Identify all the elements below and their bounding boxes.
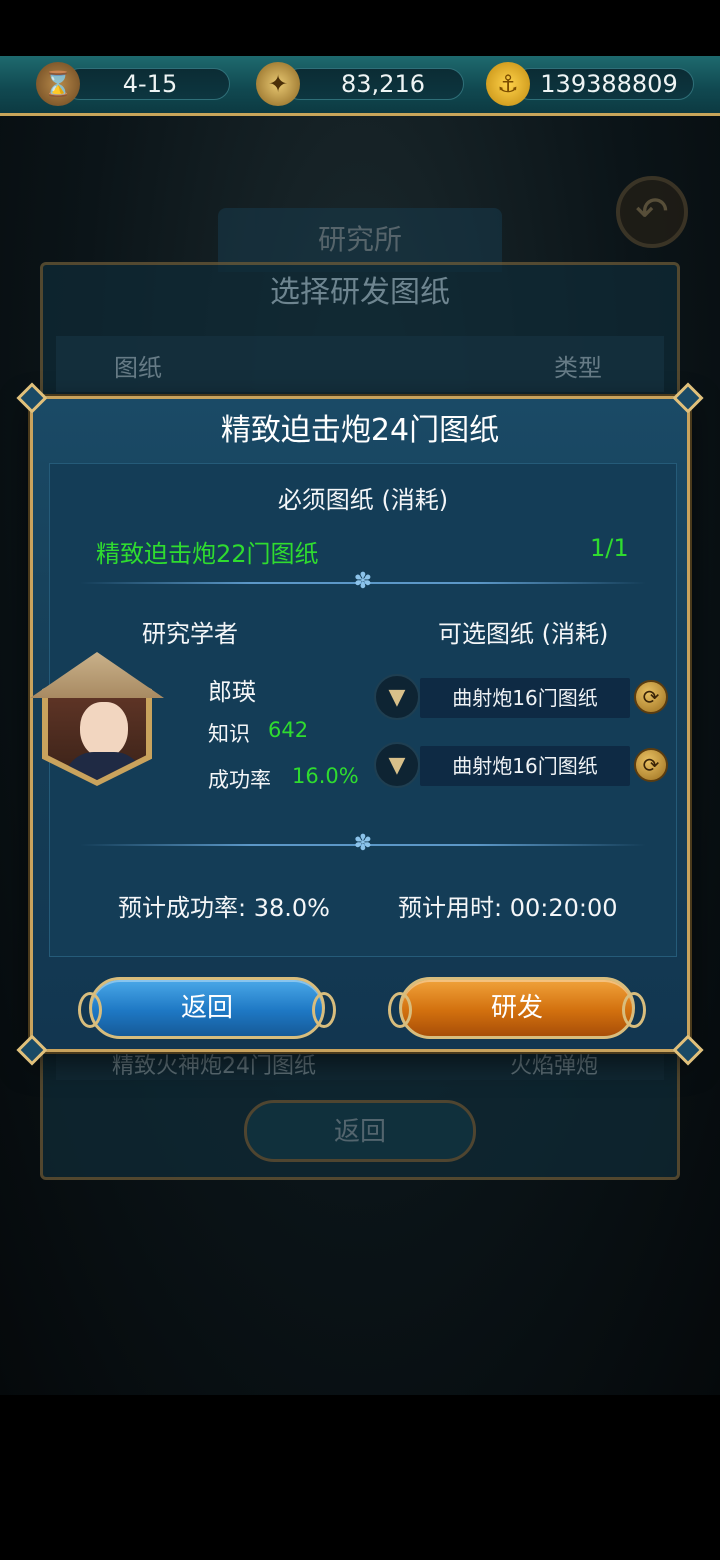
hourglass-icon: ⌛ <box>36 62 80 106</box>
button-wing <box>388 992 412 1028</box>
optional-slot-2[interactable]: ▼ 曲射炮16门图纸 ⟳ <box>374 742 668 788</box>
success-rate-value: 16.0% <box>292 764 359 788</box>
back-button-label: 返回 <box>180 993 233 1023</box>
knowledge-label: 知识 <box>208 722 250 746</box>
anchor-coin-icon: ⚓ <box>486 62 530 106</box>
gold-value: 139388809 <box>540 70 678 98</box>
required-item: 精致迫击炮22门图纸 <box>96 540 319 568</box>
status-bar <box>0 0 720 56</box>
resource-bar: ⌛ 4-15 ✦ 83,216 ⚓ 139388809 <box>0 56 720 116</box>
swap-icon[interactable]: ⟳ <box>634 748 668 782</box>
panel-return-button[interactable]: 返回 <box>244 1100 476 1162</box>
button-wing <box>78 992 102 1028</box>
divider-ornament-icon: ✽ <box>353 831 373 856</box>
scholar-name: 郎瑛 <box>208 678 256 706</box>
optional-slot-1[interactable]: ▼ 曲射炮16门图纸 ⟳ <box>374 674 668 720</box>
required-count: 1/1 <box>590 534 629 562</box>
back-arrow-icon[interactable]: ↶ <box>616 176 688 248</box>
dialog-body: 必须图纸 (消耗) 精致迫击炮22门图纸 1/1 ✽ 研究学者 可选图纸 (消耗… <box>30 463 677 957</box>
blueprint-scroll-icon: ▼ <box>374 674 420 720</box>
optional-label: 可选图纸 (消耗) <box>438 620 609 648</box>
button-wing <box>622 992 646 1028</box>
panel-title: 选择研发图纸 <box>270 275 450 310</box>
portrait-face <box>80 702 128 758</box>
research-button[interactable]: 研发 <box>388 977 646 1039</box>
blueprint-scroll-icon: ▼ <box>374 742 420 788</box>
column-type: 类型 <box>554 354 602 382</box>
date-value: 4-15 <box>122 70 178 98</box>
success-rate-label: 成功率 <box>208 768 271 792</box>
list-item-name: 精致火神炮24门图纸 <box>112 1054 316 1079</box>
straw-hat-icon <box>30 652 164 698</box>
list-item-type: 火焰弹炮 <box>510 1054 599 1079</box>
scholar-portrait[interactable] <box>30 652 164 786</box>
research-button-label: 研发 <box>490 993 543 1023</box>
optional-item-name: 曲射炮16门图纸 <box>420 678 630 718</box>
swap-icon[interactable]: ⟳ <box>634 680 668 714</box>
compass-icon: ✦ <box>256 62 300 106</box>
back-button[interactable]: 返回 <box>78 977 336 1039</box>
research-dialog: 精致迫击炮24门图纸 必须图纸 (消耗) 精致迫击炮22门图纸 1/1 ✽ 研究… <box>16 382 704 1066</box>
knowledge-value: 642 <box>268 718 309 742</box>
divider-ornament-icon: ✽ <box>353 569 373 594</box>
estimated-time: 预计用时: 00:20:00 <box>398 894 618 922</box>
column-blueprint: 图纸 <box>114 354 162 382</box>
compass-value: 83,216 <box>341 70 425 98</box>
optional-item-name: 曲射炮16门图纸 <box>420 746 630 786</box>
dialog-title: 精致迫击炮24门图纸 <box>220 413 500 448</box>
navigation-bar-area <box>0 1395 720 1560</box>
estimated-success: 预计成功率: 38.0% <box>118 894 330 922</box>
required-label: 必须图纸 (消耗) <box>277 486 449 514</box>
game-screen: ⌛ 4-15 ✦ 83,216 ⚓ 139388809 ↶ 研究所 选择研发图纸… <box>0 0 720 1395</box>
scholar-label: 研究学者 <box>142 620 238 648</box>
button-wing <box>312 992 336 1028</box>
